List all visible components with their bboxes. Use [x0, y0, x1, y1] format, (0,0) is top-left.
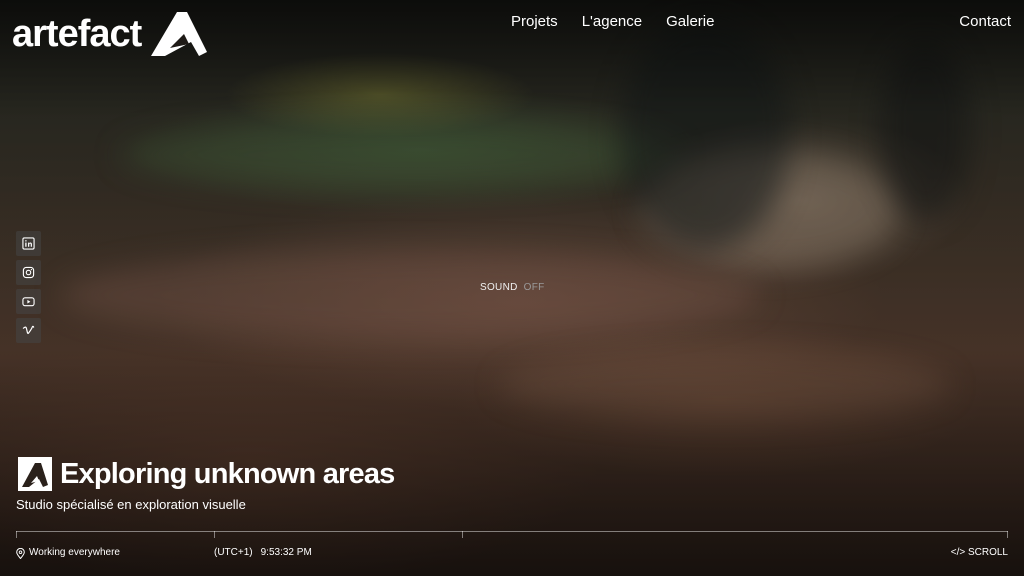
footer-divider	[16, 531, 1008, 532]
scroll-label: </> SCROLL	[950, 547, 1008, 558]
sound-state: OFF	[523, 282, 545, 293]
blur-streak	[620, 20, 790, 250]
linkedin-icon	[22, 237, 35, 250]
nav-contact[interactable]: Contact	[959, 12, 1011, 32]
social-links	[16, 231, 41, 343]
hero-headline: Exploring unknown areas	[18, 456, 395, 492]
location-text: Working everywhere	[29, 547, 120, 558]
divider-tick	[214, 531, 215, 538]
location-pin-icon	[16, 547, 25, 559]
linkedin-button[interactable]	[16, 231, 41, 256]
current-time: 9:53:32 PM	[260, 547, 312, 558]
hero-video-background: artefact Projets L'agence Galerie Contac…	[0, 0, 1024, 576]
youtube-icon	[22, 297, 35, 307]
divider-tick	[1007, 531, 1008, 538]
hero-title: Exploring unknown areas	[60, 458, 395, 490]
divider-tick	[462, 531, 463, 538]
scroll-indicator[interactable]: </> SCROLL	[951, 546, 1008, 560]
artefact-mark-icon	[18, 457, 52, 491]
youtube-button[interactable]	[16, 289, 41, 314]
vimeo-button[interactable]	[16, 318, 41, 343]
instagram-button[interactable]	[16, 260, 41, 285]
blur-streak	[880, 40, 970, 220]
blur-streak	[60, 250, 760, 340]
instagram-icon	[22, 266, 35, 279]
clock: (UTC+1) 9:53:32 PM	[214, 546, 312, 560]
location-info: Working everywhere	[16, 546, 120, 560]
hero-subtitle: Studio spécialisé en exploration visuell…	[16, 497, 246, 512]
vimeo-icon	[22, 325, 35, 335]
logo-text: artefact	[12, 13, 142, 55]
main-nav: Projets L'agence Galerie	[511, 12, 714, 32]
blur-streak	[640, 150, 900, 270]
divider-tick	[16, 531, 17, 538]
nav-agence[interactable]: L'agence	[582, 12, 642, 32]
nav-projets[interactable]: Projets	[511, 12, 558, 32]
artefact-logo-mark-icon	[151, 12, 208, 56]
sound-toggle[interactable]: SOUND OFF	[480, 282, 545, 293]
timezone: (UTC+1)	[214, 547, 253, 558]
artefact-logo[interactable]: artefact	[12, 8, 209, 60]
sound-label: SOUND	[480, 282, 518, 293]
blur-streak	[500, 350, 950, 420]
nav-galerie[interactable]: Galerie	[666, 12, 714, 32]
blur-streak	[120, 120, 680, 190]
